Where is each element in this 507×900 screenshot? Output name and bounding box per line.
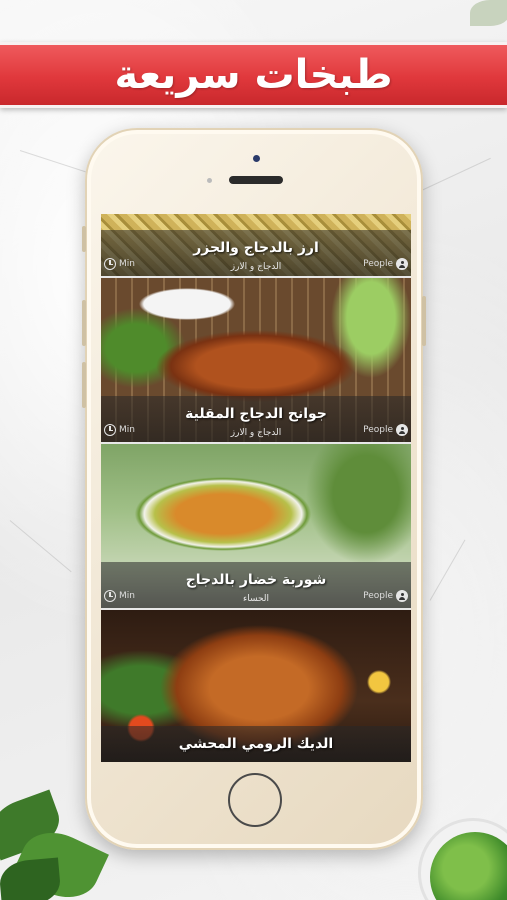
banner-title: طبخات سريعة (114, 52, 393, 98)
home-button[interactable] (228, 773, 282, 827)
volume-up-button (82, 300, 86, 346)
recipe-title: شوربة خضار بالدجاج (185, 572, 327, 588)
recipe-card[interactable]: شوربة خضار بالدجاج الحساء Min People (101, 444, 411, 610)
promo-banner: طبخات سريعة (0, 42, 507, 108)
people-meta: People (363, 424, 408, 436)
people-label: People (363, 259, 393, 269)
phone-mockup: ارز بالدجاج والجزر الدجاج و الارز Min Pe… (82, 128, 426, 850)
front-camera (253, 155, 260, 162)
people-meta: People (363, 258, 408, 270)
marble-vein (429, 539, 466, 601)
power-button (422, 296, 426, 346)
person-icon (396, 590, 408, 602)
time-label: Min (119, 259, 135, 269)
recipe-title: الديك الرومي المحشي (178, 736, 334, 752)
clock-icon (104, 258, 116, 270)
volume-down-button (82, 362, 86, 408)
recipe-title: ارز بالدجاج والجزر (193, 240, 319, 256)
recipe-card[interactable]: الديك الرومي المحشي (101, 610, 411, 762)
people-label: People (363, 591, 393, 601)
herb-decoration (0, 857, 62, 900)
recipe-title: جوانح الدجاج المقلية (185, 406, 327, 422)
person-icon (396, 258, 408, 270)
time-label: Min (119, 425, 135, 435)
app-screen: ارز بالدجاج والجزر الدجاج و الارز Min Pe… (101, 214, 411, 762)
proximity-sensor (207, 178, 212, 183)
time-label: Min (119, 591, 135, 601)
recipe-card[interactable]: جوانح الدجاج المقلية الدجاج و الارز Min … (101, 278, 411, 444)
person-icon (396, 424, 408, 436)
mute-switch (82, 226, 86, 252)
time-meta: Min (104, 258, 135, 270)
clock-icon (104, 590, 116, 602)
people-meta: People (363, 590, 408, 602)
people-label: People (363, 425, 393, 435)
herb-decoration (470, 0, 507, 26)
time-meta: Min (104, 590, 135, 602)
earpiece-speaker (229, 176, 283, 184)
clock-icon (104, 424, 116, 436)
marble-vein (9, 520, 72, 573)
recipe-card[interactable]: ارز بالدجاج والجزر الدجاج و الارز Min Pe… (101, 214, 411, 278)
time-meta: Min (104, 424, 135, 436)
